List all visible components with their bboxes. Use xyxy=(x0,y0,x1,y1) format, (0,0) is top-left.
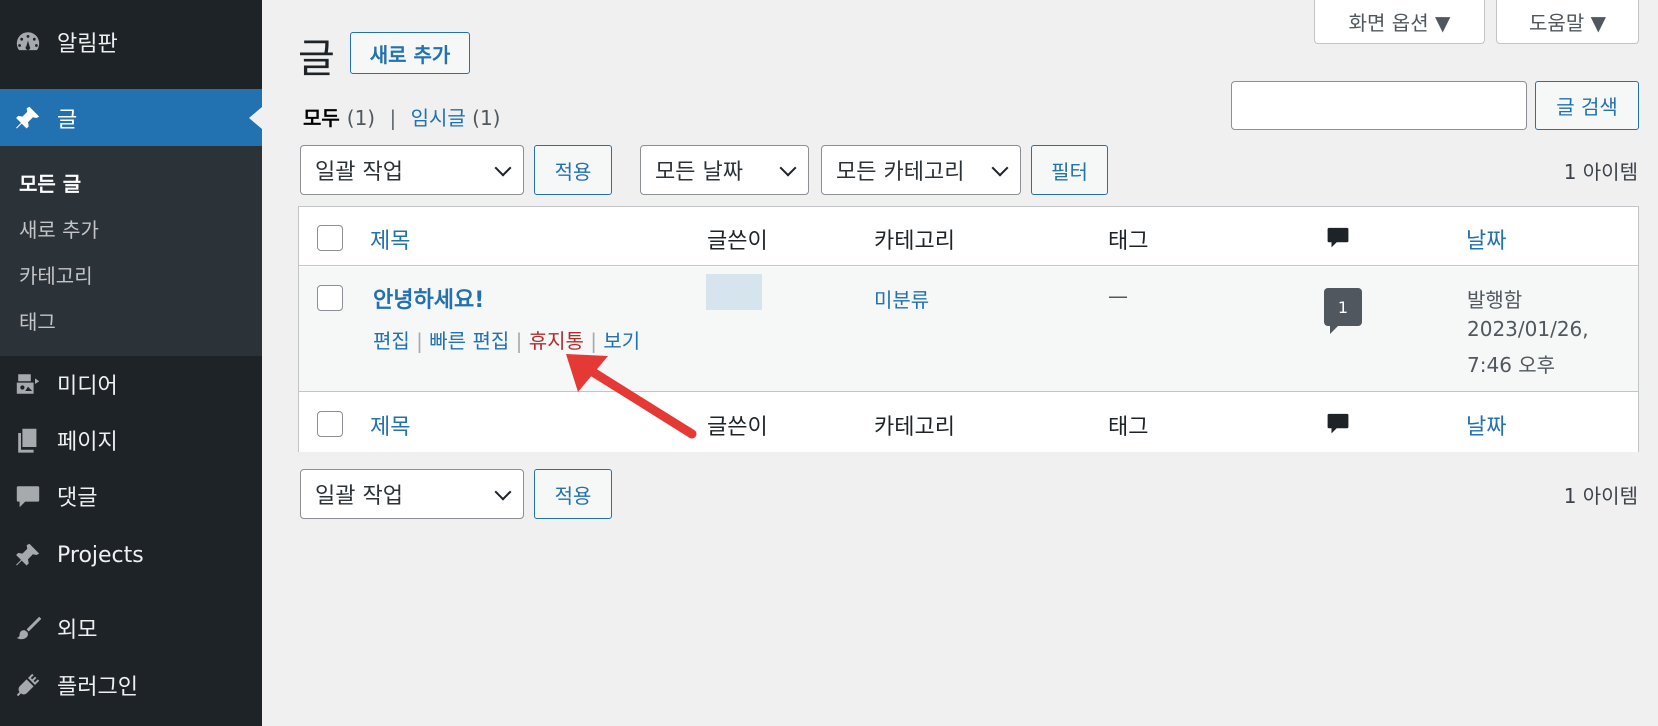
sidebar-item-label: 외모 xyxy=(57,618,98,643)
bulk-action-select-bottom[interactable]: 일괄 작업 xyxy=(300,469,524,519)
page-title: 글 xyxy=(298,36,335,82)
sidebar-item-posts[interactable]: 글 xyxy=(0,89,262,146)
post-search-input[interactable] xyxy=(1231,81,1527,130)
posts-submenu: 모든 글 새로 추가 카테고리 태그 xyxy=(0,146,262,356)
date-filter-value: 모든 날짜 xyxy=(655,160,743,185)
author-redacted xyxy=(706,274,762,310)
bulk-action-value: 일괄 작업 xyxy=(315,160,403,185)
pin-icon xyxy=(13,540,43,570)
help-button[interactable]: 도움말 ▼ xyxy=(1496,0,1639,44)
sidebar-item-dashboard[interactable]: 알림판 xyxy=(0,14,262,70)
category-filter-select[interactable]: 모든 카테고리 xyxy=(821,145,1021,195)
admin-sidebar: 알림판 글 모든 글 새로 추가 카테고리 태그 미디어 페이지 댓글 Proj… xyxy=(0,0,262,726)
sidebar-item-label: 미디어 xyxy=(57,374,118,399)
posts-table: 제목 글쓴이 카테고리 태그 날짜 안녕하세요! 편집 | 빠른 편집 | 휴지… xyxy=(298,206,1639,452)
current-menu-notch xyxy=(249,106,262,129)
select-all-checkbox[interactable] xyxy=(317,225,343,251)
date-filter-select[interactable]: 모든 날짜 xyxy=(640,145,809,195)
table-header-row: 제목 글쓴이 카테고리 태그 날짜 xyxy=(299,207,1638,266)
items-count-top: 1 아이템 xyxy=(1563,160,1638,184)
quick-edit-link[interactable]: 빠른 편집 xyxy=(429,329,509,353)
view-all[interactable]: 모두 (1) xyxy=(303,106,375,130)
date-status: 발행함 xyxy=(1467,288,1523,312)
tags-cell: — xyxy=(1108,284,1128,308)
column-title-header[interactable]: 제목 xyxy=(370,223,410,255)
sidebar-item-label: 알림판 xyxy=(57,32,118,57)
post-title-link[interactable]: 안녕하세요! xyxy=(373,282,484,314)
submenu-all-posts[interactable]: 모든 글 xyxy=(19,168,81,197)
submenu-categories[interactable]: 카테고리 xyxy=(19,260,93,289)
edit-link[interactable]: 편집 xyxy=(373,329,410,353)
apply-button-bottom[interactable]: 적용 xyxy=(534,469,612,519)
column-author-footer: 글쓴이 xyxy=(707,415,768,440)
sidebar-item-media[interactable]: 미디어 xyxy=(0,356,262,412)
date-line-1: 2023/01/26, xyxy=(1467,317,1589,341)
dashboard-icon xyxy=(13,27,43,57)
apply-button-top[interactable]: 적용 xyxy=(534,145,612,195)
sidebar-item-appearance[interactable]: 외모 xyxy=(0,600,262,656)
add-new-post-button[interactable]: 새로 추가 xyxy=(350,32,470,74)
bulk-action-value: 일괄 작업 xyxy=(315,484,403,509)
submenu-add-new[interactable]: 새로 추가 xyxy=(19,214,99,243)
view-drafts[interactable]: 임시글 (1) xyxy=(411,106,501,130)
sidebar-item-label: 페이지 xyxy=(57,430,118,455)
category-link[interactable]: 미분류 xyxy=(874,284,929,313)
comments-icon xyxy=(13,481,43,511)
brush-icon xyxy=(13,613,43,643)
table-row: 안녕하세요! 편집 | 빠른 편집 | 휴지통 | 보기 미분류 — 1 발행함… xyxy=(299,267,1638,392)
plugin-icon xyxy=(13,670,43,700)
annotation-arrow-icon xyxy=(566,354,697,439)
screen-options-button[interactable]: 화면 옵션 ▼ xyxy=(1314,0,1485,44)
select-all-checkbox-footer[interactable] xyxy=(317,411,343,437)
media-icon xyxy=(13,369,43,399)
submenu-tags[interactable]: 태그 xyxy=(19,306,56,335)
chevron-down-icon xyxy=(494,483,512,501)
sidebar-item-label: 글 xyxy=(57,107,78,133)
search-posts-button[interactable]: 글 검색 xyxy=(1535,81,1639,130)
date-line-2: 7:46 오후 xyxy=(1467,353,1556,377)
column-author-header: 글쓴이 xyxy=(707,229,768,254)
action-separator: | xyxy=(515,329,523,353)
sidebar-item-label: 댓글 xyxy=(57,486,98,511)
chevron-down-icon xyxy=(494,159,512,177)
bulk-action-select-top[interactable]: 일괄 작업 xyxy=(300,145,524,195)
items-count-bottom: 1 아이템 xyxy=(1563,484,1638,508)
column-tags-header: 태그 xyxy=(1108,229,1149,254)
chevron-down-icon xyxy=(779,159,797,177)
pages-icon xyxy=(13,425,43,455)
column-categories-footer: 카테고리 xyxy=(874,415,955,440)
sidebar-item-pages[interactable]: 페이지 xyxy=(0,412,262,468)
comment-bubble-icon[interactable] xyxy=(1325,410,1351,442)
action-separator: | xyxy=(416,329,423,353)
post-status-views: 모두 (1) | 임시글 (1) xyxy=(303,102,501,131)
comment-bubble-icon[interactable] xyxy=(1325,224,1351,256)
sidebar-item-plugins[interactable]: 플러그인 xyxy=(0,657,262,713)
column-date-footer[interactable]: 날짜 xyxy=(1466,409,1506,441)
views-separator: | xyxy=(389,106,397,130)
column-tags-footer: 태그 xyxy=(1108,415,1149,440)
table-footer-row: 제목 글쓴이 카테고리 태그 날짜 xyxy=(299,393,1638,452)
filter-button[interactable]: 필터 xyxy=(1031,145,1108,195)
row-checkbox[interactable] xyxy=(317,285,343,311)
chevron-down-icon xyxy=(991,159,1009,177)
sidebar-item-label: 플러그인 xyxy=(57,675,138,700)
column-categories-header: 카테고리 xyxy=(874,229,955,254)
sidebar-item-comments[interactable]: 댓글 xyxy=(0,468,262,524)
sidebar-item-label: Projects xyxy=(57,542,144,568)
category-filter-value: 모든 카테고리 xyxy=(836,160,965,185)
sidebar-item-projects[interactable]: Projects xyxy=(0,527,262,583)
column-date-header[interactable]: 날짜 xyxy=(1466,223,1506,255)
column-title-footer[interactable]: 제목 xyxy=(370,409,410,441)
pin-icon xyxy=(13,103,43,133)
comment-count-badge[interactable]: 1 xyxy=(1324,288,1362,334)
